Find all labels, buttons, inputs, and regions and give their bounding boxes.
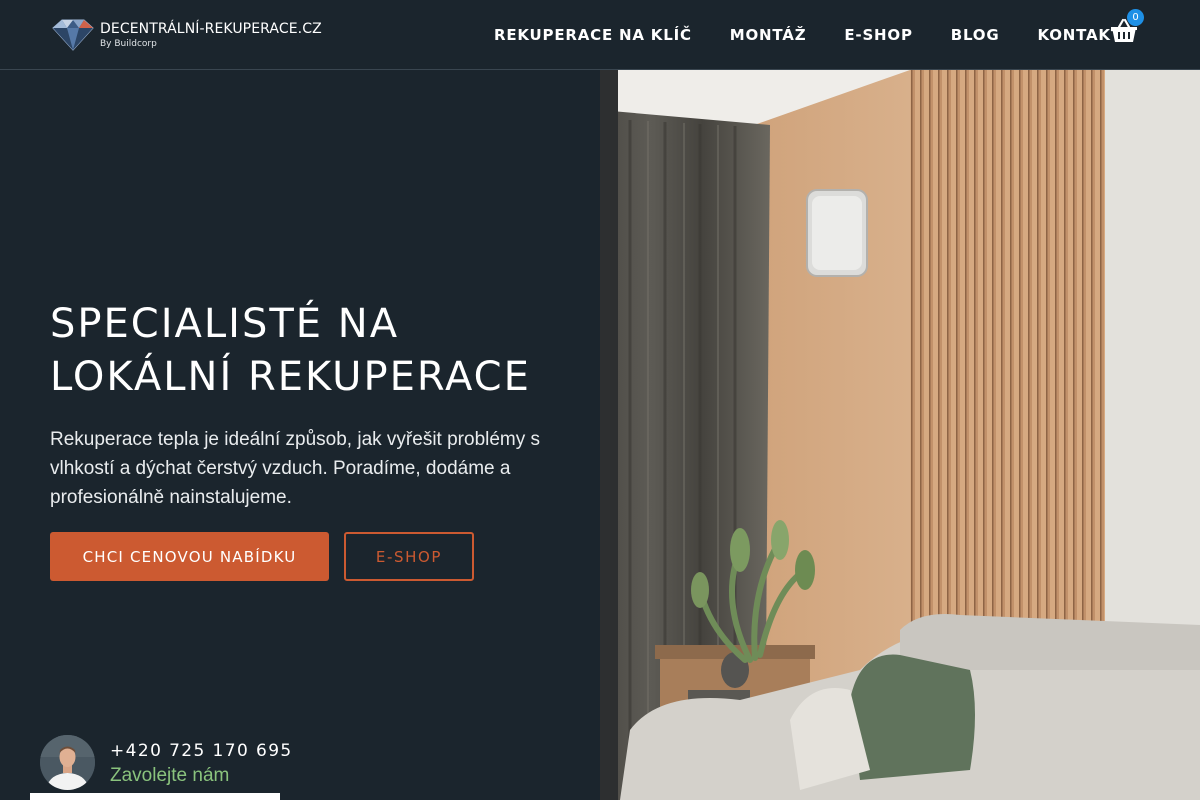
request-quote-button[interactable]: CHCI CENOVOU NABÍDKU <box>50 532 329 581</box>
call-us-label: Zavolejte nám <box>110 765 230 786</box>
person-avatar <box>40 735 95 790</box>
hero-description: Rekuperace tepla je ideální způsob, jak … <box>50 429 541 508</box>
hero-title: SPECIALISTÉ NA LOKÁLNÍ REKUPERACE <box>50 298 590 404</box>
nav-item-rekuperace-na-klic[interactable]: REKUPERACE NA KLÍČ <box>494 26 692 44</box>
nav-item-eshop[interactable]: E-SHOP <box>844 26 912 44</box>
hero-title-line-2: LOKÁLNÍ REKUPERACE <box>50 354 531 400</box>
site-logo[interactable]: DECENTRÁLNÍ-REKUPERACE.CZ By Buildcorp <box>50 14 322 56</box>
hero-title-line-1: SPECIALISTÉ NA <box>50 301 400 347</box>
nav-item-blog[interactable]: BLOG <box>951 26 1000 44</box>
diamond-icon <box>52 19 94 51</box>
phone-number[interactable]: +420 725 170 695 <box>110 741 293 761</box>
main-nav: REKUPERACE NA KLÍČ MONTÁŽ E-SHOP BLOG KO… <box>494 0 1122 70</box>
nav-item-montaz[interactable]: MONTÁŽ <box>730 26 807 44</box>
hero-interior-photo <box>600 70 1200 800</box>
site-header: DECENTRÁLNÍ-REKUPERACE.CZ By Buildcorp R… <box>0 0 1200 70</box>
eshop-button[interactable]: E-SHOP <box>344 532 474 581</box>
cart-button[interactable]: 0 <box>1110 9 1144 44</box>
logo-subtitle: By Buildcorp <box>100 38 157 49</box>
logo-name: DECENTRÁLNÍ-REKUPERACE.CZ <box>100 20 322 37</box>
contact-bottom-bar <box>30 793 280 800</box>
cart-count-badge: 0 <box>1127 9 1144 26</box>
